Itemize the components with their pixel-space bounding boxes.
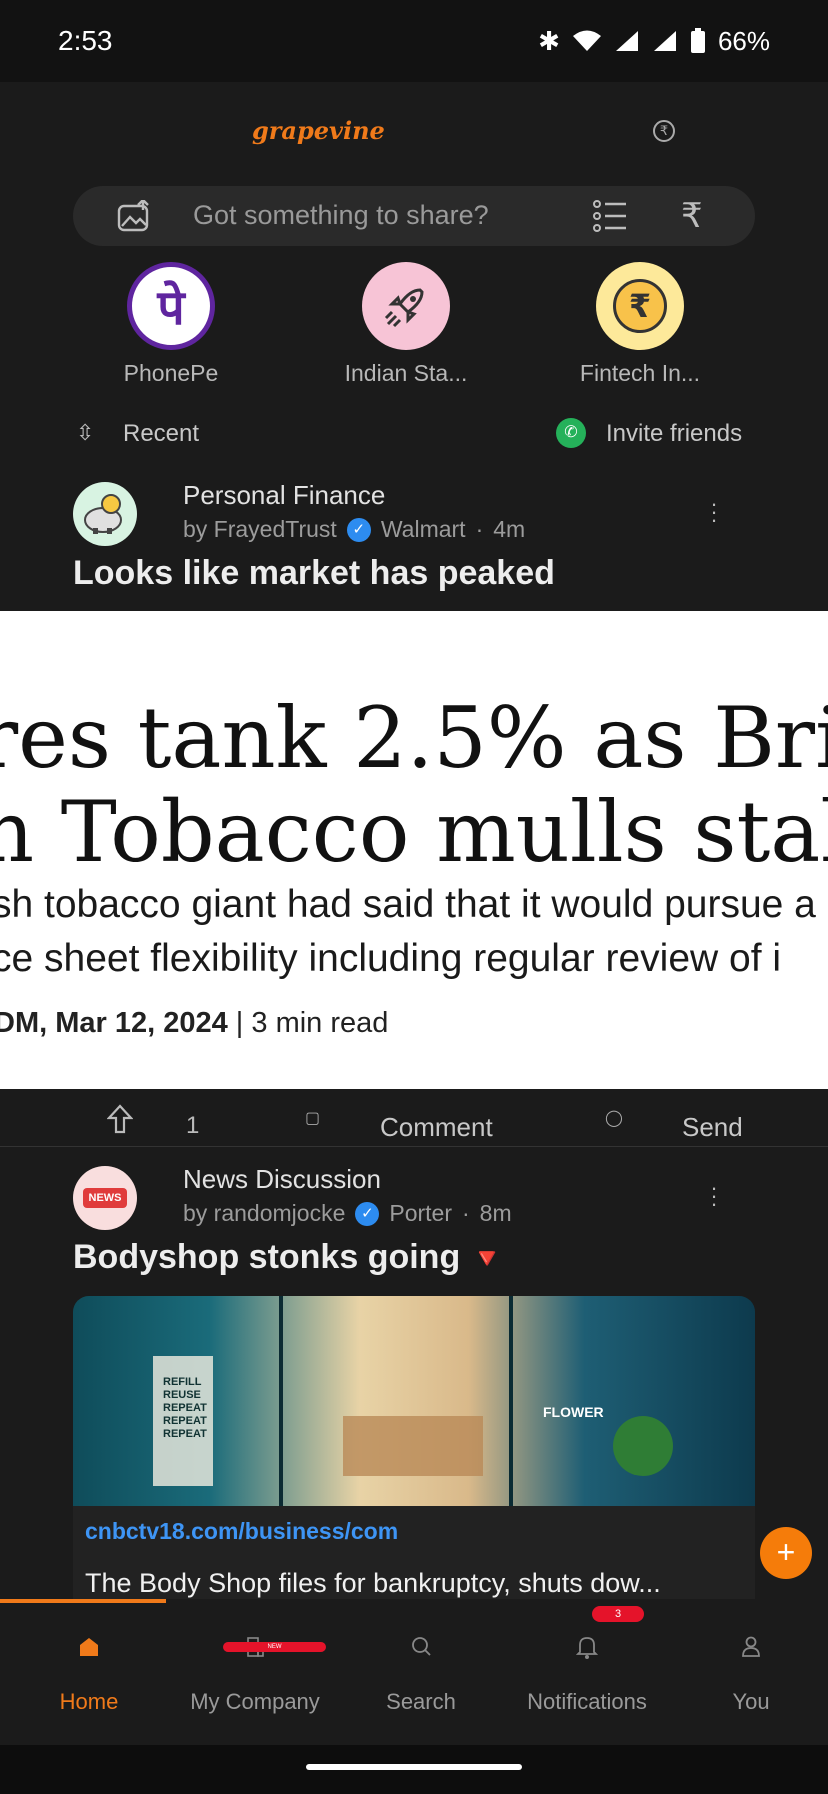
post-meta: by randomjocke ✓ Porter · 8m (183, 1200, 512, 1227)
phonepe-logo[interactable]: पे (127, 262, 215, 350)
community-name: Fintech In... (579, 360, 701, 386)
nav-label: Home (59, 1689, 119, 1714)
community-name: Indian Sta... (344, 360, 468, 386)
sort-icon[interactable]: ⇳ (76, 420, 94, 446)
wifi-icon (572, 30, 601, 51)
whatsapp-icon[interactable]: ✆ (556, 418, 586, 448)
battery-level: 66% (717, 25, 770, 56)
comment-icon[interactable]: ▢ (305, 1108, 320, 1128)
community-fintech[interactable]: ₹ Fintech In... (550, 262, 730, 387)
post-title[interactable]: Looks like market has peaked (73, 554, 555, 593)
red-triangle-down-icon: 🔻 (469, 1243, 505, 1274)
rupee-circle-icon[interactable]: ₹ (653, 120, 675, 142)
notification-count-badge: 3 (592, 1606, 644, 1622)
rupee-icon[interactable]: ₹ (681, 196, 703, 236)
store-image: REFILL REUSE REPEAT REPEAT REPEAT FLOWER (73, 1296, 755, 1506)
create-post-button[interactable]: + (760, 1527, 812, 1579)
image-subtext: sh tobacco giant had said that it would … (0, 883, 816, 926)
community-indian-startups[interactable]: Indian Sta... (316, 262, 496, 387)
piggy-bank-avatar[interactable] (73, 482, 137, 546)
post-time: 8m (479, 1200, 512, 1226)
post-image[interactable]: res tank 2.5% as British n Tobacco mulls… (0, 611, 828, 1089)
nav-home[interactable]: Home (6, 1599, 172, 1745)
nav-label: Notifications (527, 1689, 647, 1714)
post-header: NEWS News Discussion by randomjocke ✓ Po… (0, 1164, 828, 1240)
battery-icon (690, 28, 705, 53)
author-name[interactable]: by randomjocke (183, 1200, 345, 1227)
verified-icon: ✓ (355, 1201, 380, 1226)
verified-icon: ✓ (346, 517, 371, 542)
feed-controls: ⇳ Recent ✆ Invite friends (0, 412, 828, 458)
link-url[interactable]: cnbctv18.com/business/com (85, 1518, 398, 1545)
comment-button[interactable]: Comment (380, 1112, 493, 1143)
community-name: PhonePe (123, 360, 219, 386)
post-meta: by FrayedTrust ✓ Walmart · 4m (183, 516, 525, 543)
dot-separator: · (475, 516, 484, 542)
news-avatar[interactable]: NEWS (73, 1166, 137, 1230)
image-date: DM, Mar 12, 2024 | 3 min read (0, 1007, 389, 1039)
image-subtext: ce sheet flexibility including regular r… (0, 937, 782, 980)
post-header: Personal Finance by FrayedTrust ✓ Walmar… (0, 480, 828, 556)
post-composer[interactable]: Got something to share? ₹ (73, 186, 755, 246)
composer-placeholder[interactable]: Got something to share? (193, 200, 489, 231)
app-header: grapevine ₹ (0, 82, 828, 182)
community-name[interactable]: Personal Finance (183, 480, 385, 511)
rupee-coin-icon[interactable]: ₹ (596, 262, 684, 350)
community-name[interactable]: News Discussion (183, 1164, 381, 1195)
link-title[interactable]: The Body Shop files for bankruptcy, shut… (85, 1568, 661, 1599)
status-time: 2:53 (58, 25, 113, 56)
whatsapp-send-icon[interactable]: ◯ (605, 1108, 623, 1128)
person-icon (668, 1635, 828, 1661)
company-name: Porter (389, 1200, 452, 1226)
more-options-icon[interactable]: · · · (708, 1177, 720, 1215)
home-icon (6, 1635, 172, 1661)
grapevine-logo: grapevine (252, 116, 385, 145)
company-name: Walmart (380, 516, 466, 542)
image-headline: n Tobacco mulls stake (0, 783, 828, 881)
bottom-nav: Home My Company NEW Search Notifications… (0, 1599, 828, 1745)
store-sign: FLOWER (543, 1404, 604, 1420)
post-time: 4m (493, 516, 526, 542)
status-bar: 2:53 ✱ 66% (0, 0, 828, 82)
search-icon (338, 1635, 504, 1661)
send-button[interactable]: Send (682, 1112, 743, 1143)
invite-friends-link[interactable]: Invite friends (606, 420, 742, 448)
sort-recent[interactable]: Recent (123, 420, 199, 448)
community-shortcuts: पे PhonePe Indian Sta... ₹ Fintech In... (0, 262, 828, 392)
nav-label: You (732, 1689, 770, 1714)
post-actions: 1 ▢ Comment ◯ Send (0, 1090, 828, 1146)
bell-icon (504, 1635, 670, 1661)
add-image-icon[interactable] (117, 200, 151, 232)
dot-separator: · (462, 1200, 470, 1226)
link-preview-card[interactable]: REFILL REUSE REPEAT REPEAT REPEAT FLOWER… (73, 1296, 755, 1601)
gesture-bar (0, 1745, 828, 1794)
more-options-icon[interactable]: · · · (708, 493, 720, 531)
poll-list-icon[interactable] (593, 200, 627, 232)
post-divider (0, 1146, 828, 1147)
nav-search[interactable]: Search (338, 1599, 504, 1745)
nav-you[interactable]: You (668, 1599, 828, 1745)
signal-icon-2 (653, 31, 676, 51)
rocket-icon[interactable] (362, 262, 450, 350)
store-sign: REFILL REUSE REPEAT REPEAT REPEAT (163, 1376, 207, 1440)
nav-label: Search (386, 1689, 456, 1714)
nav-notifications[interactable]: Notifications (504, 1599, 670, 1745)
status-icons: ✱ 66% (538, 26, 770, 57)
bluetooth-icon: ✱ (538, 25, 560, 56)
nav-my-company[interactable]: My Company (172, 1599, 338, 1745)
home-indicator[interactable] (306, 1764, 522, 1770)
upvote-icon[interactable] (107, 1104, 133, 1134)
author-name[interactable]: by FrayedTrust (183, 516, 337, 543)
nav-label: My Company (190, 1689, 320, 1714)
upvote-count: 1 (186, 1112, 200, 1139)
community-phonepe[interactable]: पे PhonePe (81, 262, 261, 387)
new-badge: NEW (223, 1642, 326, 1652)
signal-icon (615, 31, 638, 51)
post-title[interactable]: Bodyshop stonks going 🔻 (73, 1238, 505, 1277)
image-headline: res tank 2.5% as British (0, 689, 828, 787)
